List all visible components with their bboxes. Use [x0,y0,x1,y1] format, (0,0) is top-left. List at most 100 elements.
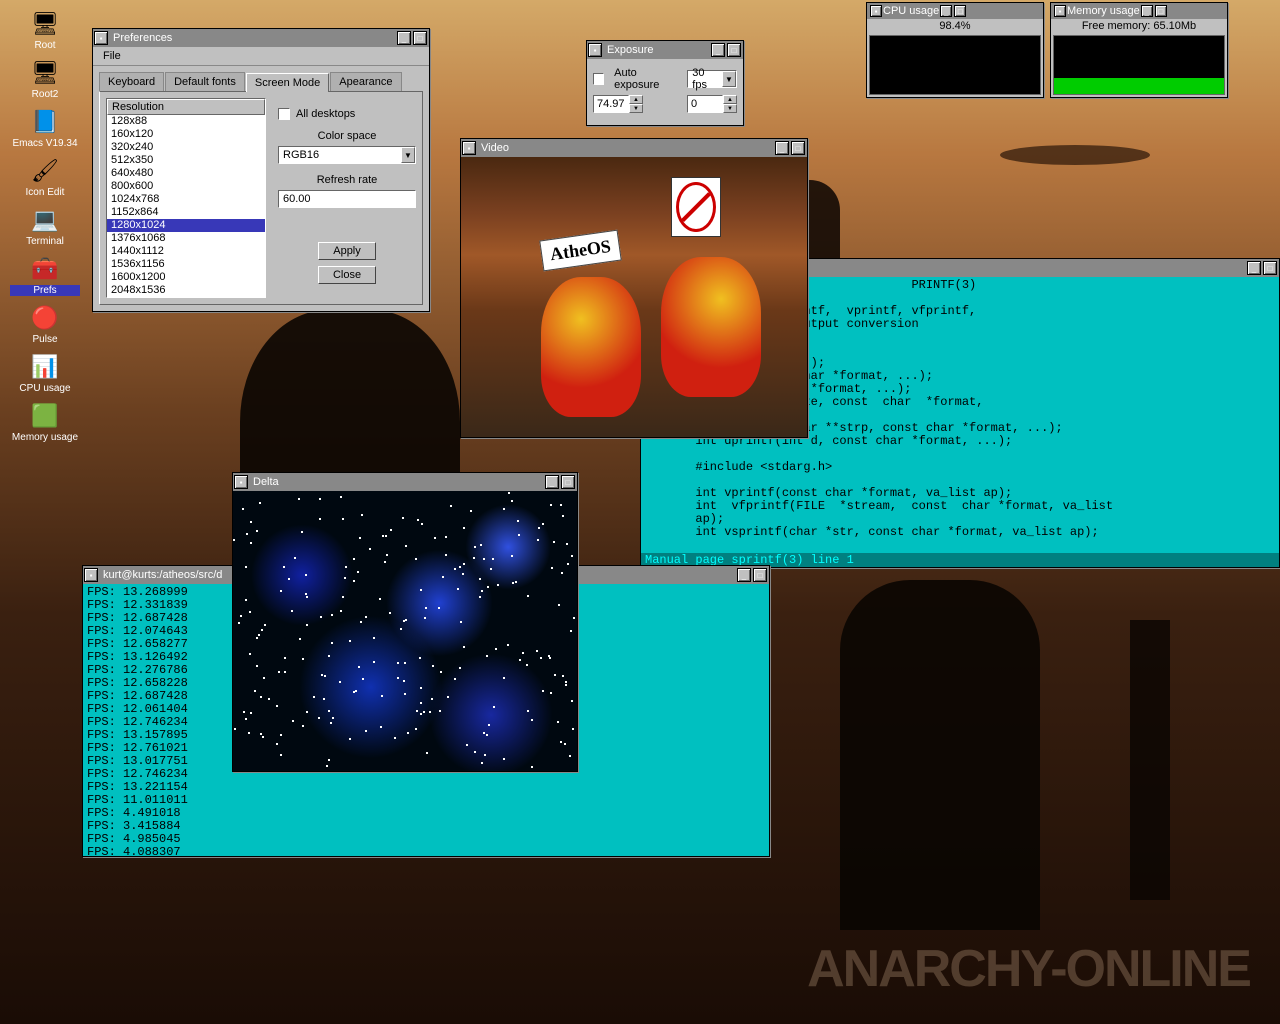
spin-down-icon[interactable]: ▼ [723,104,737,113]
desktop-icon-icon-edit[interactable]: 🖌Icon Edit [10,157,80,198]
min-button[interactable]: _ [711,43,725,57]
color-space-dropdown[interactable]: RGB16 ▼ [278,146,416,164]
resolution-item[interactable]: 160x120 [107,128,265,141]
max-button[interactable]: □ [727,43,741,57]
spin-up-icon[interactable]: ▲ [629,95,643,104]
sysmenu-icon[interactable]: ▪ [84,568,98,582]
spin-up-icon[interactable]: ▲ [723,95,737,104]
icon-label: Root2 [10,89,80,100]
resolution-item[interactable]: 1440x1112 [107,245,265,258]
video-window[interactable]: ▪ Video _ □ AtheOS [460,138,808,438]
desktop-icon-emacs-v19-34[interactable]: 📘Emacs V19.34 [10,108,80,149]
icon-label: Emacs V19.34 [10,138,80,149]
refresh-rate-input[interactable]: 60.00 [278,190,416,208]
exposure-value1-spinner[interactable]: ▲▼ [593,95,643,113]
exposure-value2-input[interactable] [687,95,723,113]
app-icon: 🖥 [29,59,61,87]
max-button[interactable]: □ [791,141,805,155]
min-button[interactable]: _ [397,31,411,45]
resolution-item[interactable]: 1600x1200 [107,271,265,284]
cpu-usage-window[interactable]: ▪ CPU usage _ □ 98.4% [866,2,1044,98]
min-button[interactable]: _ [940,5,952,17]
auto-exposure-label: Auto exposure [614,67,679,91]
sysmenu-icon[interactable]: ▪ [588,43,602,57]
min-button[interactable]: _ [1141,5,1153,17]
max-button[interactable]: □ [1155,5,1167,17]
tab-keyboard[interactable]: Keyboard [99,72,164,91]
desktop-icon-pulse[interactable]: 🔴 Pulse [10,304,80,345]
sysmenu-icon[interactable]: ▪ [234,475,248,489]
video-sign: AtheOS [539,230,622,272]
resolution-listbox[interactable]: Resolution 128x88160x120320x240512x35064… [106,98,266,298]
color-space-label: Color space [278,130,416,142]
resolution-item[interactable]: 512x350 [107,154,265,167]
resolution-item[interactable]: 1152x864 [107,206,265,219]
resolution-item[interactable]: 1376x1068 [107,232,265,245]
resolution-item[interactable]: 320x240 [107,141,265,154]
mem-title: Memory usage [1067,5,1140,17]
resolution-item[interactable]: 800x600 [107,180,265,193]
video-content: AtheOS [461,157,807,437]
icon-label: Memory usage [10,432,80,443]
resolution-item[interactable]: 640x480 [107,167,265,180]
min-button[interactable]: _ [1247,261,1261,275]
exposure-window[interactable]: ▪ Exposure _ □ Auto exposure 30 fps ▼ ▲▼ [586,40,744,126]
exposure-value1-input[interactable] [593,95,629,113]
resolution-item[interactable]: 1280x1024 [107,219,265,232]
file-menu[interactable]: File [97,49,127,63]
delta-image [233,491,577,771]
chevron-down-icon[interactable]: ▼ [401,147,415,163]
app-icon: 🔴 [29,304,61,332]
refresh-rate-label: Refresh rate [278,174,416,186]
app-icon: 🟩 [29,402,61,430]
sysmenu-icon[interactable]: ▪ [870,5,882,17]
desktop-icon-prefs[interactable]: 🧰Prefs [10,255,80,296]
resolution-item[interactable]: 1536x1156 [107,258,265,271]
all-desktops-checkbox[interactable] [278,108,290,120]
preferences-window[interactable]: ▪ Preferences _ □ File KeyboardDefault f… [92,28,430,312]
desktop-icon-terminal[interactable]: 💻 Terminal [10,206,80,247]
max-button[interactable]: □ [1263,261,1277,275]
desktop-icon-cpu-usage[interactable]: 📊CPU usage [10,353,80,394]
close-button[interactable]: Close [318,266,376,284]
max-button[interactable]: □ [954,5,966,17]
tab-apearance[interactable]: Apearance [330,72,401,91]
auto-exposure-checkbox[interactable] [593,73,604,85]
spin-down-icon[interactable]: ▼ [629,104,643,113]
sysmenu-icon[interactable]: ▪ [1054,5,1066,17]
desktop-icon-memory-usage[interactable]: 🟩 Memory usage [10,402,80,443]
sysmenu-icon[interactable]: ▪ [94,31,108,45]
resolution-header: Resolution [107,99,265,115]
icon-label: Terminal [10,236,80,247]
resolution-item[interactable]: 128x88 [107,115,265,128]
min-button[interactable]: _ [775,141,789,155]
resolution-item[interactable]: 2048x1536 [107,284,265,297]
icon-label: Root [10,40,80,51]
app-icon: 🖌 [29,157,61,185]
min-button[interactable]: _ [545,475,559,489]
apply-button[interactable]: Apply [318,242,376,260]
fps-dropdown[interactable]: 30 fps ▼ [687,70,737,88]
app-icon: 💻 [29,206,61,234]
chevron-down-icon[interactable]: ▼ [722,71,736,87]
desktop-icon-root2[interactable]: 🖥 Root2 [10,59,80,100]
memory-usage-window[interactable]: ▪ Memory usage _ □ Free memory: 65.10Mb [1050,2,1228,98]
sysmenu-icon[interactable]: ▪ [462,141,476,155]
video-title: Video [477,142,774,154]
tab-default-fonts[interactable]: Default fonts [165,72,245,91]
resolution-item[interactable]: 1024x768 [107,193,265,206]
min-button[interactable]: _ [737,568,751,582]
cpu-title: CPU usage [883,5,939,17]
delta-window[interactable]: ▪ Delta _ □ [232,472,578,772]
desktop-icons: 🖥Root 🖥 Root2 📘Emacs V19.34 🖌Icon Edit 💻 Termi… [10,10,80,451]
max-button[interactable]: □ [413,31,427,45]
icon-label: Pulse [10,334,80,345]
mem-graph [1053,35,1225,95]
exposure-value2-spinner[interactable]: ▲▼ [687,95,737,113]
max-button[interactable]: □ [753,568,767,582]
no-penguin-icon [671,177,721,237]
desktop-icon-root[interactable]: 🖥Root [10,10,80,51]
tab-screen-mode[interactable]: Screen Mode [246,73,329,92]
mem-value: Free memory: 65.10Mb [1051,19,1227,33]
max-button[interactable]: □ [561,475,575,489]
